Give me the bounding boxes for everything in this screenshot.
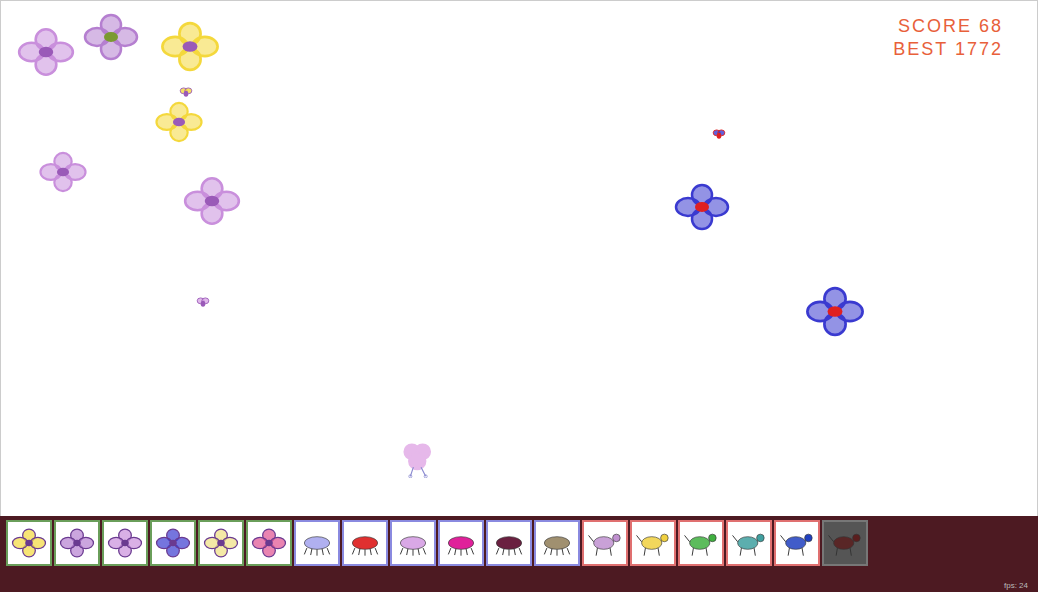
flower-icon — [106, 527, 144, 559]
game-screen: SCORE 68BEST 1772 fps: 24 — [0, 0, 1038, 592]
flower-icon — [154, 527, 192, 559]
palette-tile[interactable] — [678, 520, 724, 566]
bug-icon[interactable] — [177, 85, 195, 99]
palette-tile[interactable] — [150, 520, 196, 566]
beast-icon — [826, 527, 864, 559]
palette-tile[interactable] — [198, 520, 244, 566]
flower-icon — [10, 527, 48, 559]
palette-tile[interactable] — [582, 520, 628, 566]
palette-tile[interactable] — [822, 520, 868, 566]
palette-tile[interactable] — [534, 520, 580, 566]
palette-tile[interactable] — [102, 520, 148, 566]
palette-tile[interactable] — [342, 520, 388, 566]
flower-icon[interactable] — [181, 176, 243, 226]
palette-tile[interactable] — [438, 520, 484, 566]
bug-icon[interactable] — [710, 127, 728, 141]
palette-tile[interactable] — [54, 520, 100, 566]
flower-icon — [202, 527, 240, 559]
flower-icon[interactable] — [158, 21, 222, 72]
flower-icon — [58, 527, 96, 559]
fps-counter: fps: 24 — [1004, 581, 1032, 590]
score-text: SCORE 68 — [898, 15, 1003, 38]
palette-tile[interactable] — [390, 520, 436, 566]
beast-icon — [730, 527, 768, 559]
beast-icon — [586, 527, 624, 559]
flower-icon — [250, 527, 288, 559]
creature-palette: fps: 24 — [0, 516, 1038, 592]
bug-icon — [298, 527, 336, 559]
flower-icon[interactable] — [672, 183, 732, 231]
bug-icon — [394, 527, 432, 559]
bug-icon — [490, 527, 528, 559]
beast-icon — [778, 527, 816, 559]
palette-tile[interactable] — [774, 520, 820, 566]
play-field[interactable]: SCORE 68BEST 1772 — [0, 0, 1038, 516]
flower-icon[interactable] — [153, 101, 205, 143]
palette-tile[interactable] — [630, 520, 676, 566]
palette-tile[interactable] — [246, 520, 292, 566]
score-board: SCORE 68BEST 1772 — [893, 15, 1003, 61]
best-text: BEST 1772 — [893, 38, 1003, 61]
flower-icon[interactable] — [803, 286, 867, 337]
beast-icon — [634, 527, 672, 559]
bug-icon — [538, 527, 576, 559]
palette-tile[interactable] — [6, 520, 52, 566]
flower-icon[interactable] — [81, 13, 141, 61]
beast-icon — [682, 527, 720, 559]
palette-tile[interactable] — [486, 520, 532, 566]
critter-icon[interactable] — [395, 441, 441, 478]
bug-icon — [442, 527, 480, 559]
palette-tile[interactable] — [294, 520, 340, 566]
palette-tile[interactable] — [726, 520, 772, 566]
flower-icon[interactable] — [37, 151, 89, 193]
bug-icon — [346, 527, 384, 559]
flower-icon[interactable] — [15, 27, 77, 77]
bug-icon[interactable] — [194, 295, 212, 309]
